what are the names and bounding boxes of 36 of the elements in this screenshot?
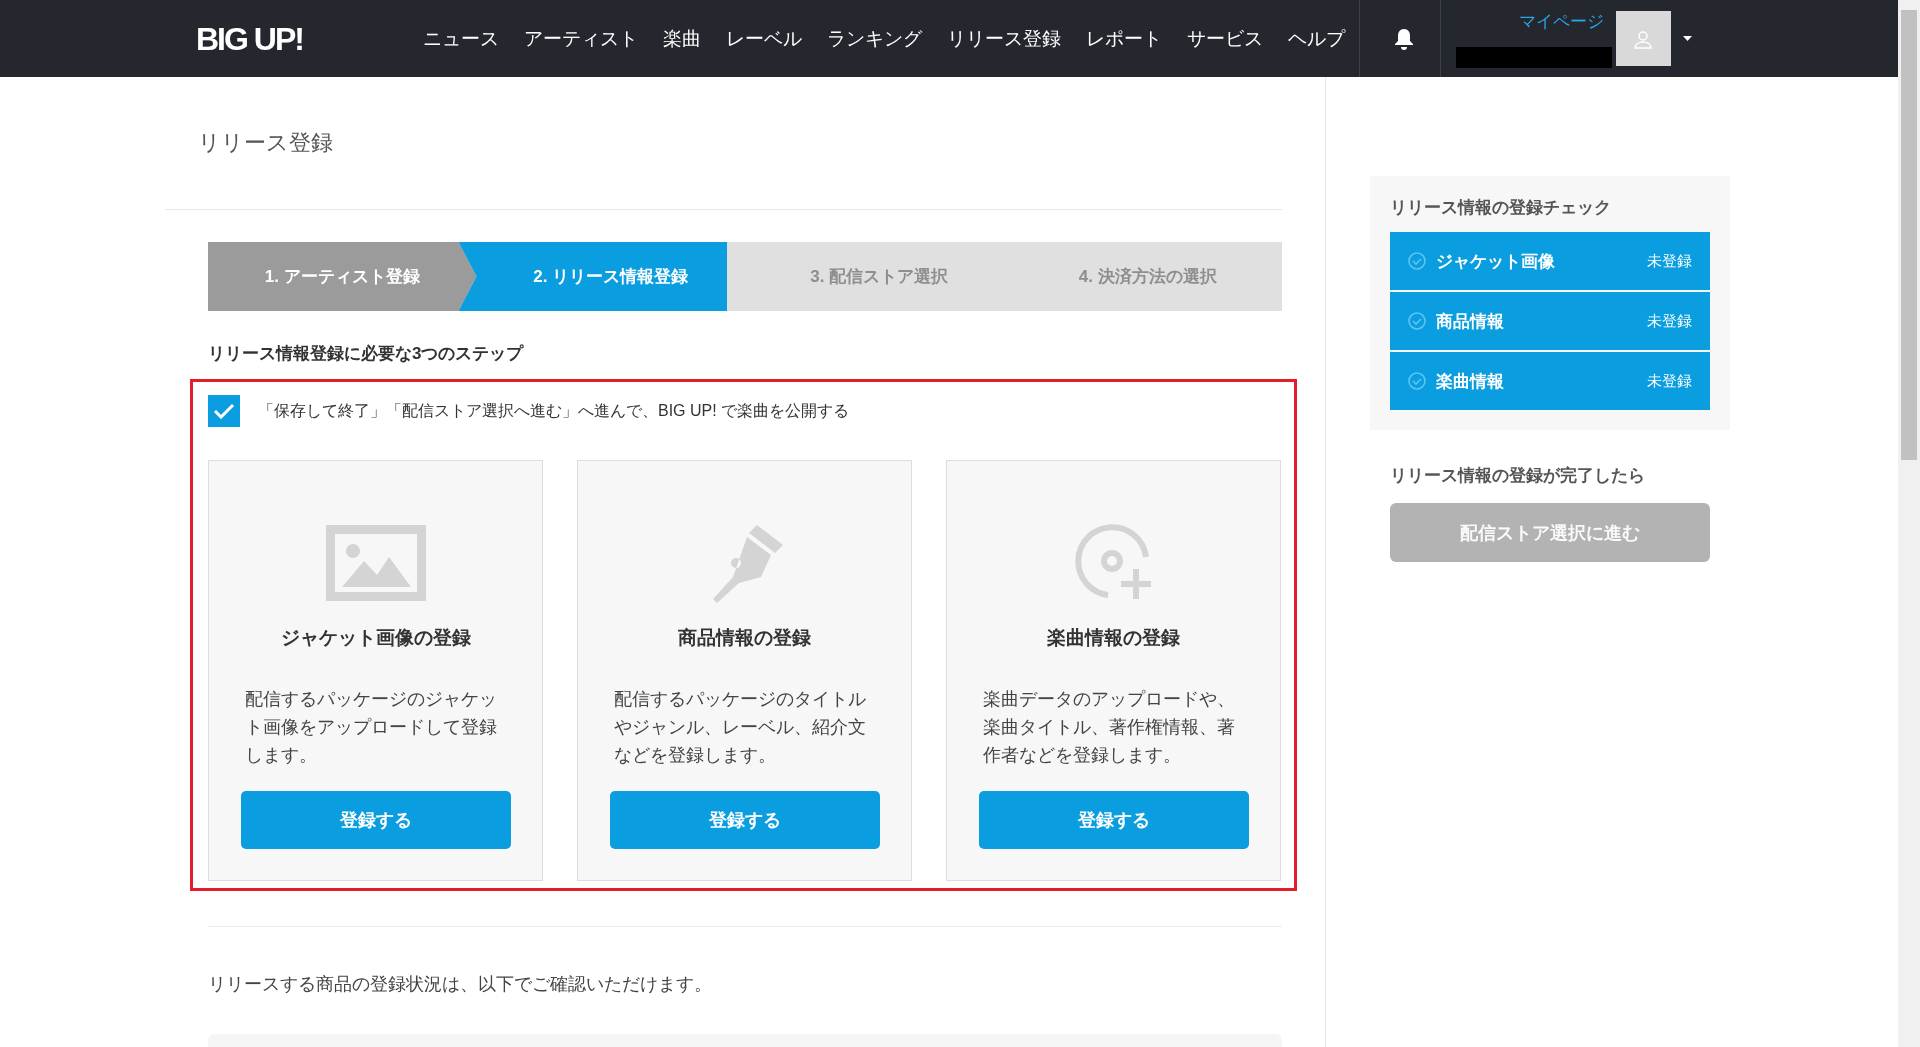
card-description: 楽曲データのアップロードや、楽曲タイトル、著作権情報、著作者などを登録します。: [982, 688, 1236, 767]
logo[interactable]: BIG UP!: [196, 18, 303, 59]
nav-link[interactable]: リリース登録: [946, 25, 1061, 52]
nav-link[interactable]: レポート: [1085, 25, 1162, 52]
section-heading: リリース情報登録に必要な3つのステップ: [208, 343, 525, 365]
section-heading: リリース情報の登録が完了したら: [1390, 465, 1646, 487]
nav-link[interactable]: 楽曲: [662, 25, 701, 52]
nav-link[interactable]: ニュース: [422, 25, 499, 52]
card-title: 楽曲情報の登録: [1047, 626, 1180, 650]
nav-link[interactable]: サービス: [1186, 25, 1263, 52]
item-label: 商品情報: [1436, 310, 1505, 333]
nav-link[interactable]: アーティスト: [523, 25, 638, 52]
card-title: ジャケット画像の登録: [280, 626, 471, 650]
card-description: 配信するパッケージのジャケット画像をアップロードして登録します。: [244, 688, 498, 767]
item-label: ジャケット画像: [1436, 250, 1556, 273]
nav-link[interactable]: レーベル: [725, 25, 802, 52]
item-status: 未登録: [1647, 311, 1692, 331]
scrollbar-thumb[interactable]: [1901, 10, 1917, 460]
item-label: 楽曲情報: [1436, 370, 1505, 393]
status-text: リリースする商品の登録状況は、以下でご確認いただけます。: [208, 973, 713, 996]
card-title: 商品情報の登録: [678, 626, 811, 650]
image-icon: [325, 525, 426, 601]
notice-text: 「保存して終了」「配信ストア選択へ進む」へ進んで、BIG UP! で楽曲を公開する: [258, 400, 850, 421]
panel-heading: リリース情報の登録チェック: [1390, 197, 1612, 219]
nav-link[interactable]: ヘルプ: [1287, 25, 1345, 52]
item-status: 未登録: [1647, 251, 1692, 271]
checkmark-icon: [213, 403, 235, 419]
item-status: 未登録: [1647, 371, 1692, 391]
caret-icon[interactable]: [1682, 36, 1692, 41]
mypage-link[interactable]: マイページ: [1518, 10, 1604, 33]
page-title: リリース登録: [165, 77, 1282, 210]
bell-icon[interactable]: [1393, 27, 1414, 50]
nav-link[interactable]: ランキング: [826, 25, 922, 52]
checkbox[interactable]: [208, 395, 240, 427]
card-description: 配信するパッケージのタイトルやジャンル、レーベル、紹介文などを登録します。: [613, 688, 867, 767]
scrollbar[interactable]: [1898, 0, 1920, 1047]
